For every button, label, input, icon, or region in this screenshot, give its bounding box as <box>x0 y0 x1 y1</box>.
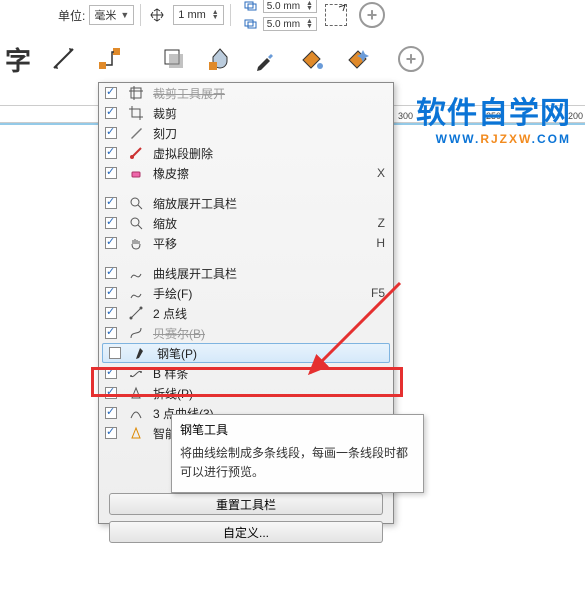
menu-item-bezier[interactable]: 贝赛尔(B) <box>99 323 393 343</box>
shadow-tool-icon[interactable] <box>160 45 188 73</box>
unit-combo[interactable]: 毫米 ▼ <box>89 5 134 25</box>
freehand-icon <box>125 286 147 300</box>
vseg-icon <box>125 146 147 160</box>
menu-item-bspline[interactable]: B 样条 <box>99 363 393 383</box>
polyline-icon <box>125 386 147 400</box>
twopt-icon <box>125 306 147 320</box>
tooltip-body: 将曲线绘制成多条线段，每画一条线段时都可以进行预览。 <box>180 444 415 482</box>
tooltip: 钢笔工具 将曲线绘制成多条线段，每画一条线段时都可以进行预览。 <box>171 414 424 493</box>
tooltip-title: 钢笔工具 <box>180 421 415 438</box>
crop-icon <box>125 106 147 120</box>
hand-icon <box>125 236 147 250</box>
unit-label: 单位: <box>58 7 85 24</box>
menu-item-pen[interactable]: 钢笔(P) <box>102 343 390 363</box>
dupy-spinner[interactable]: 5.0 mm▲▼ <box>263 17 317 31</box>
menu-item-zoom[interactable]: 缩放Z <box>99 213 393 233</box>
smartdraw-icon <box>125 426 147 440</box>
dimension-tool-icon[interactable] <box>50 45 78 73</box>
checkbox-icon[interactable] <box>105 87 117 99</box>
zoom-icon <box>125 216 147 230</box>
nudge-spinner[interactable]: 1 mm ▲▼ <box>173 5 223 25</box>
bezier-icon <box>125 326 147 340</box>
watermark: 软件自学网 WWW.RJZXW.COM <box>416 88 571 146</box>
menu-item-freehand[interactable]: 手绘(F)F5 <box>99 283 393 303</box>
customize-button[interactable]: 自定义... <box>109 521 383 543</box>
connector-tool-icon[interactable] <box>96 45 124 73</box>
menu-item-eraser[interactable]: 橡皮擦X <box>99 163 393 183</box>
bspline-icon <box>125 366 147 380</box>
reset-toolbar-button[interactable]: 重置工具栏 <box>109 493 383 515</box>
eraser-icon <box>125 166 147 180</box>
property-bar: 单位: 毫米 ▼ 1 mm ▲▼ 5.0 mm▲▼ 5.0 mm▲▼ + <box>0 0 385 30</box>
menu-item-crop[interactable]: 裁剪 <box>99 103 393 123</box>
pen-icon <box>129 346 151 360</box>
fill-tool-icon[interactable] <box>298 45 326 73</box>
dup-y-icon <box>243 16 259 32</box>
menu-item-vseg[interactable]: 虚拟段删除 <box>99 143 393 163</box>
smartfill-tool-icon[interactable] <box>344 45 372 73</box>
menu-group-zoom[interactable]: 缩放展开工具栏 <box>99 193 393 213</box>
add-button-2[interactable]: + <box>398 46 424 72</box>
checkbox-icon[interactable] <box>109 347 121 359</box>
knife-icon <box>125 126 147 140</box>
menu-item-polyline[interactable]: 折线(P) <box>99 383 393 403</box>
threeptcurve-icon <box>125 406 147 420</box>
eyedropper-tool-icon[interactable] <box>252 45 280 73</box>
tool-row: 字 + <box>0 45 424 73</box>
text-tool-icon[interactable]: 字 <box>4 45 32 73</box>
crop-frame-icon[interactable] <box>325 4 347 26</box>
dup-x-icon <box>243 0 259 14</box>
chevron-down-icon: ▼ <box>120 10 129 20</box>
menu-item-twopt[interactable]: 2 点线 <box>99 303 393 323</box>
menu-group-crop[interactable]: 裁剪工具展开 <box>99 83 393 103</box>
add-button[interactable]: + <box>359 2 385 28</box>
nudge-icon <box>149 7 165 23</box>
magnifier-icon <box>125 196 147 210</box>
crop-expand-icon <box>125 86 147 100</box>
dupx-spinner[interactable]: 5.0 mm▲▼ <box>263 0 317 13</box>
menu-item-knife[interactable]: 刻刀 <box>99 123 393 143</box>
menu-group-curve[interactable]: 曲线展开工具栏 <box>99 263 393 283</box>
transparency-tool-icon[interactable] <box>206 45 234 73</box>
curve-expand-icon <box>125 266 147 280</box>
menu-item-pan[interactable]: 平移H <box>99 233 393 253</box>
